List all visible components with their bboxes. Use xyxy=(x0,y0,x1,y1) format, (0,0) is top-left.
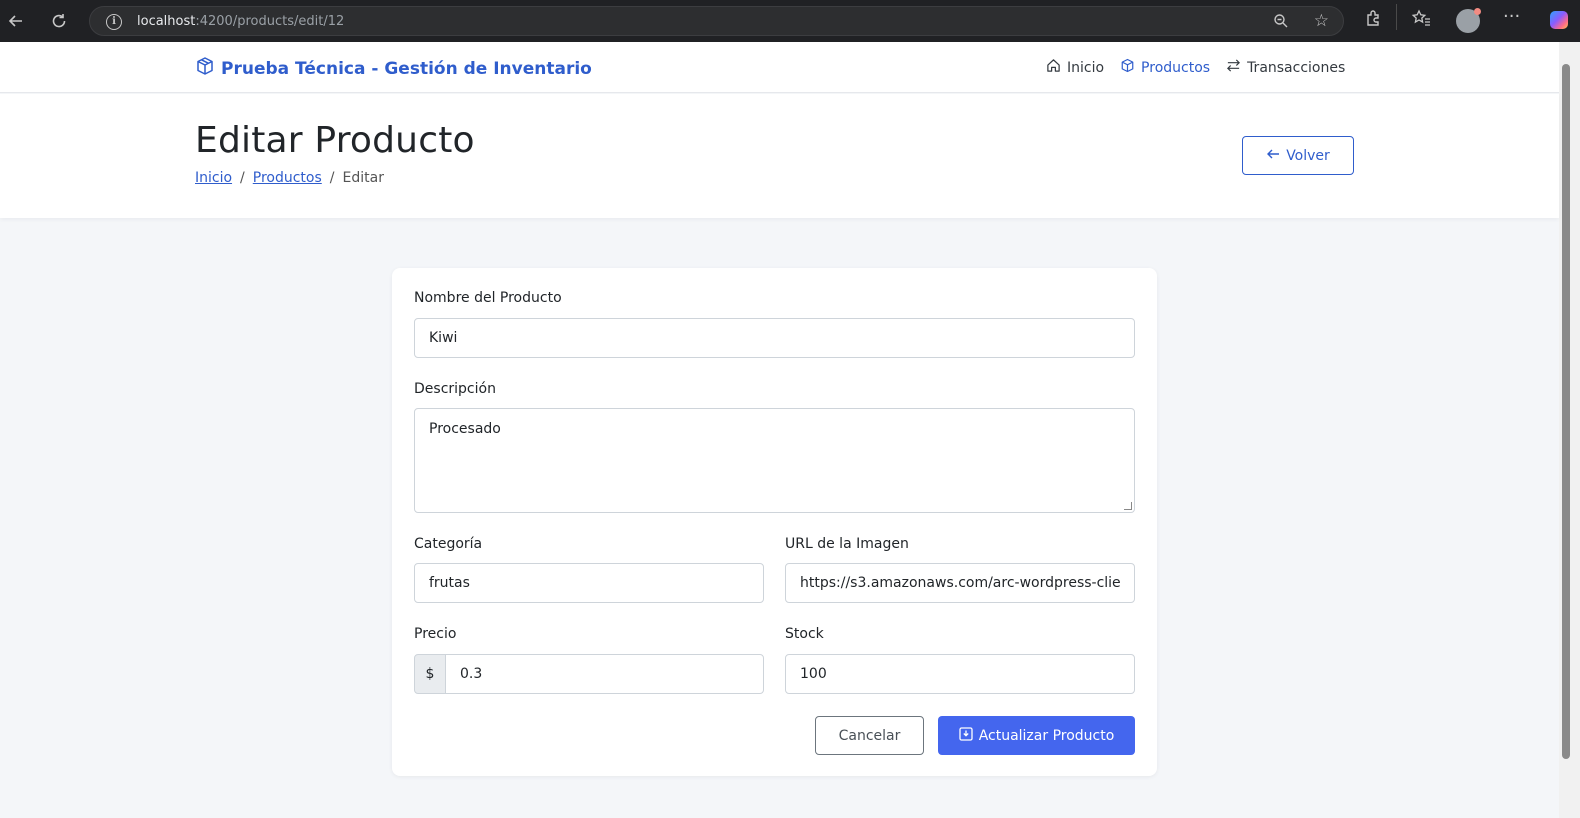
more-options-icon[interactable]: ··· xyxy=(1503,6,1520,27)
nav-link-label: Productos xyxy=(1141,59,1211,76)
stock-input[interactable]: 100 xyxy=(785,654,1135,694)
extensions-icon[interactable] xyxy=(1364,9,1382,31)
breadcrumb: Inicio / Productos / Editar xyxy=(195,170,384,186)
image-url-label: URL de la Imagen xyxy=(785,536,909,552)
stock-label: Stock xyxy=(785,626,824,642)
update-product-label: Actualizar Producto xyxy=(978,727,1115,744)
zoom-icon[interactable] xyxy=(1273,13,1289,33)
favorites-icon[interactable] xyxy=(1411,9,1431,31)
description-value: Procesado xyxy=(429,421,501,437)
page-title: Editar Producto xyxy=(195,120,475,161)
page-scrollbar[interactable] xyxy=(1559,42,1580,818)
brand-title: Prueba Técnica - Gestión de Inventario xyxy=(221,58,592,79)
profile-avatar[interactable] xyxy=(1456,8,1481,33)
currency-addon: $ xyxy=(414,654,446,694)
image-url-input[interactable]: https://s3.amazonaws.com/arc-wordpress-c… xyxy=(785,563,1135,603)
breadcrumb-productos[interactable]: Productos xyxy=(253,170,322,186)
save-icon xyxy=(959,726,973,745)
name-input[interactable]: Kiwi xyxy=(414,318,1135,358)
cancel-button[interactable]: Cancelar xyxy=(815,716,924,755)
arrow-left-icon xyxy=(1266,148,1280,164)
copilot-icon[interactable] xyxy=(1550,11,1568,29)
browser-toolbar: i localhost:4200/products/edit/12 ☆ ··· xyxy=(0,0,1580,42)
back-button[interactable]: Volver xyxy=(1242,136,1354,175)
favorite-star-icon[interactable]: ☆ xyxy=(1314,11,1329,31)
app-navbar: Prueba Técnica - Gestión de Inventario I… xyxy=(0,42,1559,93)
breadcrumb-current: Editar xyxy=(342,170,384,186)
description-label: Descripción xyxy=(414,381,496,397)
breadcrumb-inicio[interactable]: Inicio xyxy=(195,170,232,186)
product-form-card: Nombre del Producto Kiwi Descripción Pro… xyxy=(392,268,1157,776)
back-button-label: Volver xyxy=(1286,147,1330,164)
price-label: Precio xyxy=(414,626,457,642)
category-label: Categoría xyxy=(414,536,483,552)
resize-grip-icon[interactable] xyxy=(1124,502,1132,510)
nav-link-label: Inicio xyxy=(1067,59,1105,76)
back-arrow-icon[interactable] xyxy=(3,8,29,34)
nav-link-inicio[interactable]: Inicio xyxy=(1046,58,1104,77)
category-input[interactable]: frutas xyxy=(414,563,764,603)
description-textarea[interactable]: Procesado xyxy=(414,408,1135,513)
price-input[interactable]: 0.3 xyxy=(445,654,764,694)
reload-icon[interactable] xyxy=(46,8,72,34)
breadcrumb-separator: / xyxy=(240,170,245,186)
scrollbar-thumb[interactable] xyxy=(1562,64,1570,759)
toolbar-divider xyxy=(1396,4,1397,30)
box-icon xyxy=(1120,58,1135,77)
site-info-icon[interactable]: i xyxy=(106,14,122,30)
nav-links: Inicio Productos Transacciones xyxy=(1046,58,1345,77)
nav-link-transacciones[interactable]: Transacciones xyxy=(1226,58,1345,77)
page-header: Editar Producto Inicio / Productos / Edi… xyxy=(0,94,1559,218)
brand[interactable]: Prueba Técnica - Gestión de Inventario xyxy=(195,56,592,81)
url-text[interactable]: localhost:4200/products/edit/12 xyxy=(137,14,344,29)
breadcrumb-separator: / xyxy=(329,170,335,186)
nav-link-productos[interactable]: Productos xyxy=(1120,58,1210,77)
arrows-exchange-icon xyxy=(1226,58,1241,77)
home-icon xyxy=(1046,58,1061,77)
nav-link-label: Transacciones xyxy=(1247,59,1346,76)
name-label: Nombre del Producto xyxy=(414,290,562,306)
box-icon xyxy=(195,56,215,81)
address-bar[interactable]: i localhost:4200/products/edit/12 ☆ xyxy=(89,6,1344,36)
update-product-button[interactable]: Actualizar Producto xyxy=(938,716,1135,755)
